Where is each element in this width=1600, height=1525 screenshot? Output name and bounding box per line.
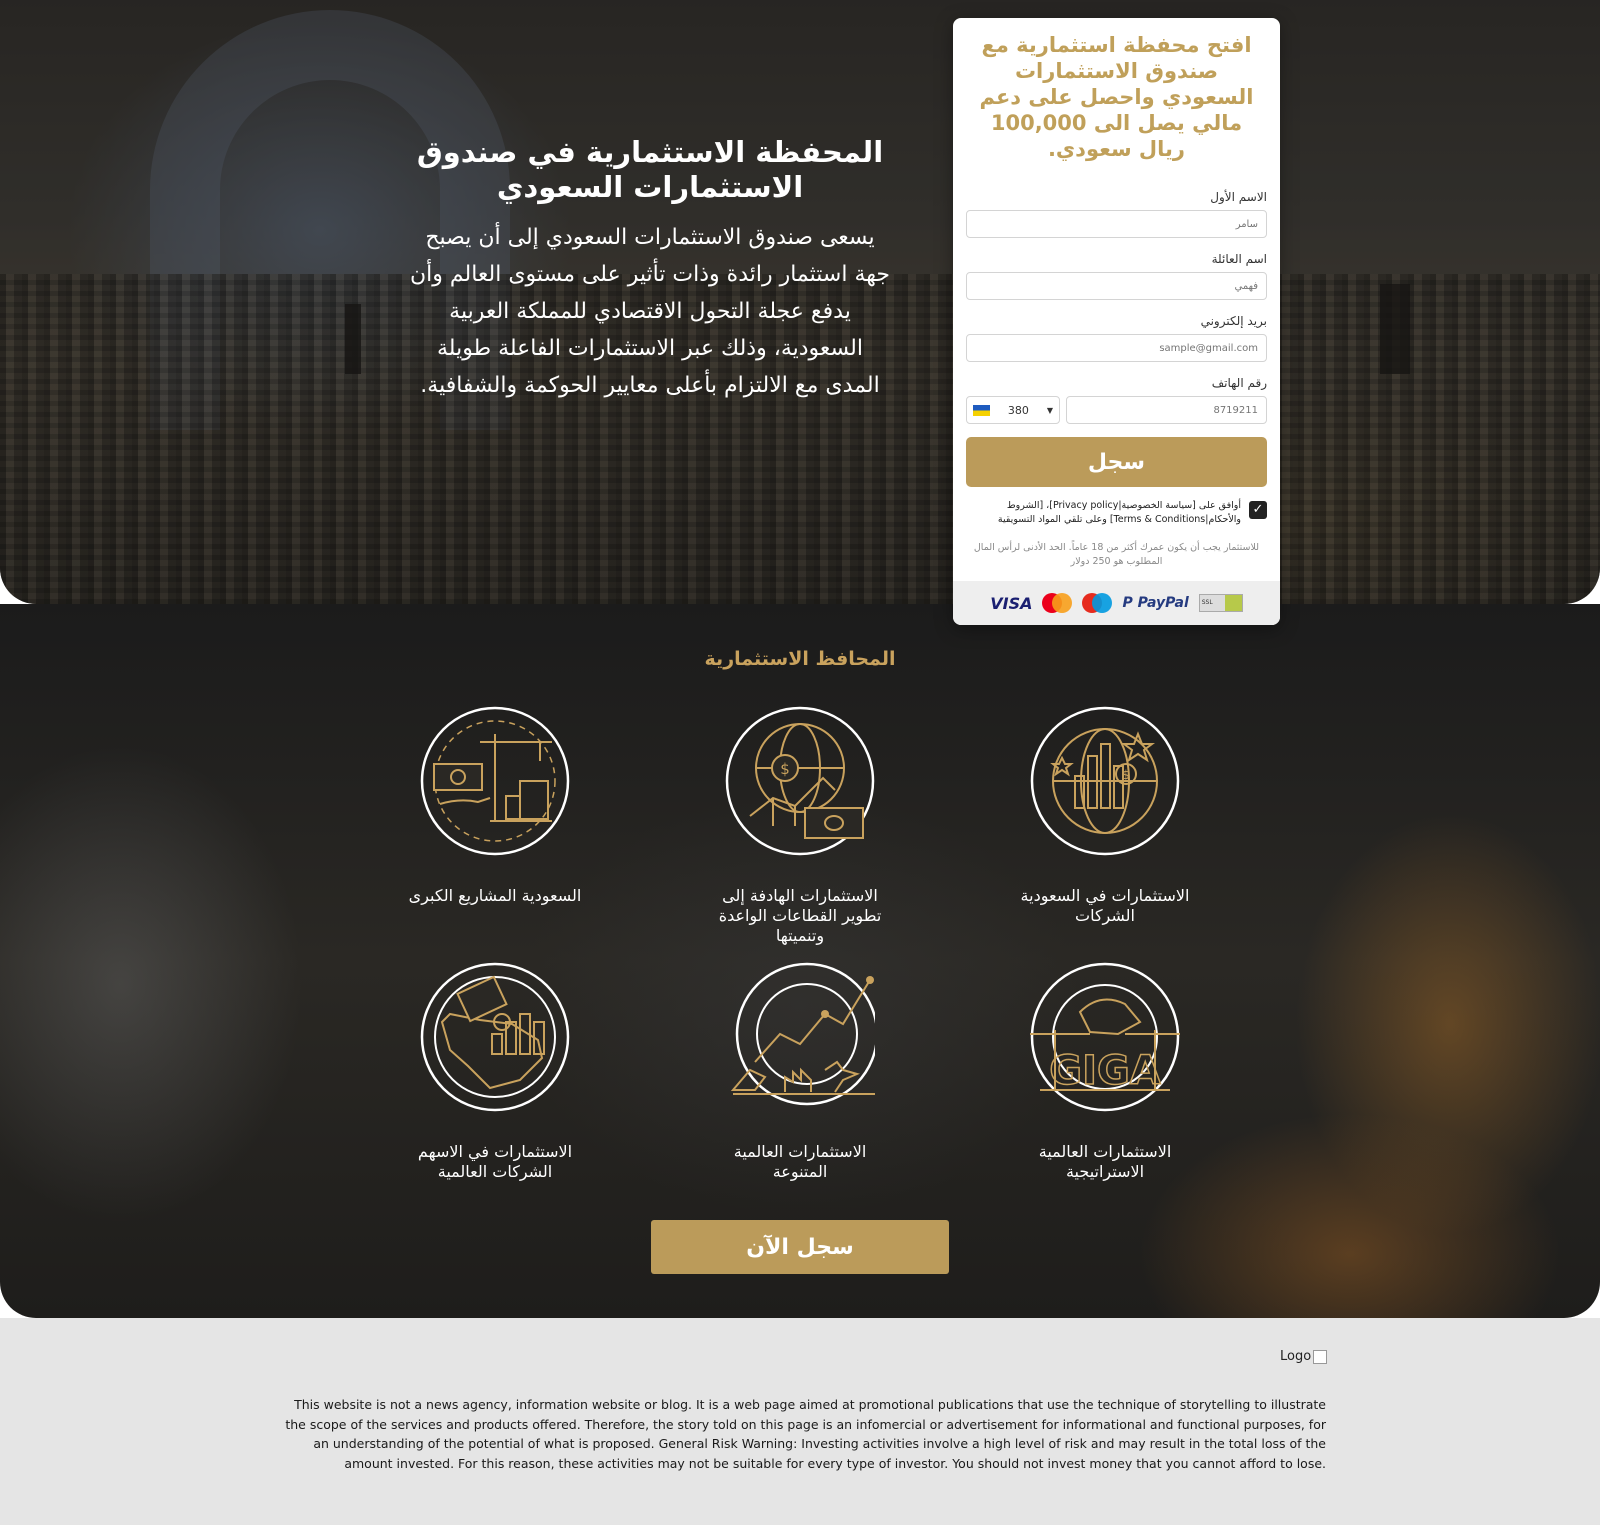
footer-logo[interactable]: Logo (1280, 1349, 1328, 1364)
logo-alt-text: Logo (1280, 1349, 1312, 1364)
form-body: الاسم الأول اسم العائلة بريد إلكتروني رق… (953, 190, 1280, 569)
portfolio-section: المحافظ الاستثمارية $ الاستثمارات في الس… (0, 604, 1600, 1318)
last-name-field[interactable] (966, 272, 1267, 300)
country-code-select[interactable]: 380 ▼ (966, 396, 1060, 424)
ukraine-flag-icon (973, 404, 990, 416)
registration-form-card: افتح محفظة استثمارية مع صندوق الاستثمارا… (953, 18, 1280, 625)
investment-note: للاستثمار يجب أن يكون عمرك أكثر من 18 عا… (973, 542, 1260, 567)
consent-checkbox[interactable]: ✓ (1249, 501, 1267, 519)
portfolio-card: $ الاستثمارات الهادفة إلى تطوير القطاعات… (690, 706, 910, 946)
svg-text:$: $ (780, 760, 790, 778)
visa-logo: VISA (990, 593, 1033, 613)
globe-money-growth-icon: $ (725, 706, 875, 856)
hero-section: المحفظة الاستثمارية في صندوق الاستثمارات… (0, 0, 1600, 604)
register-submit-button[interactable]: سجل (966, 437, 1267, 487)
portfolio-card: الاستثمارات العالمية المتنوعة (690, 962, 910, 1182)
portfolio-card: السعودية المشاريع الكبرى (385, 706, 605, 906)
card-label: الاستثمارات الهادفة إلى تطوير القطاعات ا… (718, 886, 882, 945)
svg-text:$: $ (1122, 768, 1130, 782)
footer: Logo This website is not a news agency, … (0, 1318, 1600, 1525)
footer-disclaimer: This website is not a news agency, infor… (285, 1397, 1326, 1471)
maestro-logo (1082, 593, 1113, 613)
phone-row: 380 ▼ (966, 396, 1267, 424)
payment-methods-bar: VISA P PayPal SSL (953, 581, 1280, 625)
country-code-value: 380 (1007, 403, 1029, 417)
hero-text-block: المحفظة الاستثمارية في صندوق الاستثمارات… (410, 135, 890, 404)
email-label: بريد إلكتروني (1200, 314, 1267, 328)
global-trade-chart-icon (730, 962, 879, 1106)
crane-money-building-icon (420, 706, 570, 856)
globe-chart-stars-icon: $ (1030, 706, 1180, 856)
card-label: الاستثمارات في السعودية الشركات (1020, 886, 1190, 925)
form-headline: افتح محفظة استثمارية مع صندوق الاستثمارا… (979, 33, 1254, 161)
phone-field[interactable] (1066, 396, 1267, 424)
last-name-label: اسم العائلة (1211, 252, 1267, 266)
phone-label: رقم الهاتف (1211, 376, 1267, 390)
giga-construction-icon: GIGA (1020, 962, 1190, 1112)
card-label: الاستثمارات العالمية الاستراتيجية (1038, 1142, 1172, 1181)
portfolio-card: GIGA الاستثمارات العالمية الاستراتيجية (995, 962, 1215, 1182)
first-name-field[interactable] (966, 210, 1267, 238)
consent-row: ✓ أوافق على [سياسة الخصوصية|Privacy poli… (966, 499, 1267, 527)
hero-title: المحفظة الاستثمارية في صندوق الاستثمارات… (416, 135, 884, 204)
consent-text: أوافق على [سياسة الخصوصية|Privacy policy… (997, 500, 1241, 525)
card-label: الاستثمارات في الاسهم الشركات العالمية (417, 1142, 573, 1181)
register-now-button[interactable]: سجل الآن (651, 1220, 949, 1274)
svg-text:GIGA: GIGA (1049, 1048, 1161, 1094)
first-name-label: الاسم الأول (1210, 190, 1267, 204)
paypal-logo: P PayPal (1122, 595, 1189, 611)
portfolio-card: $ الاستثمارات في السعودية الشركات (995, 706, 1215, 926)
hero-description: يسعى صندوق الاستثمارات السعودي إلى أن يص… (409, 225, 890, 398)
portfolio-card: الاستثمارات في الاسهم الشركات العالمية (385, 962, 605, 1182)
mastercard-logo (1042, 593, 1073, 613)
card-label: السعودية المشاريع الكبرى (408, 886, 582, 905)
card-label: الاستثمارات العالمية المتنوعة (733, 1142, 867, 1181)
ssl-secure-badge: SSL (1198, 594, 1243, 612)
caret-down-icon: ▼ (1046, 405, 1053, 415)
email-field[interactable] (966, 334, 1267, 362)
broken-image-icon (1313, 1349, 1328, 1364)
portfolio-title: المحافظ الاستثمارية (704, 648, 896, 670)
saudi-map-stocks-icon (420, 962, 570, 1112)
